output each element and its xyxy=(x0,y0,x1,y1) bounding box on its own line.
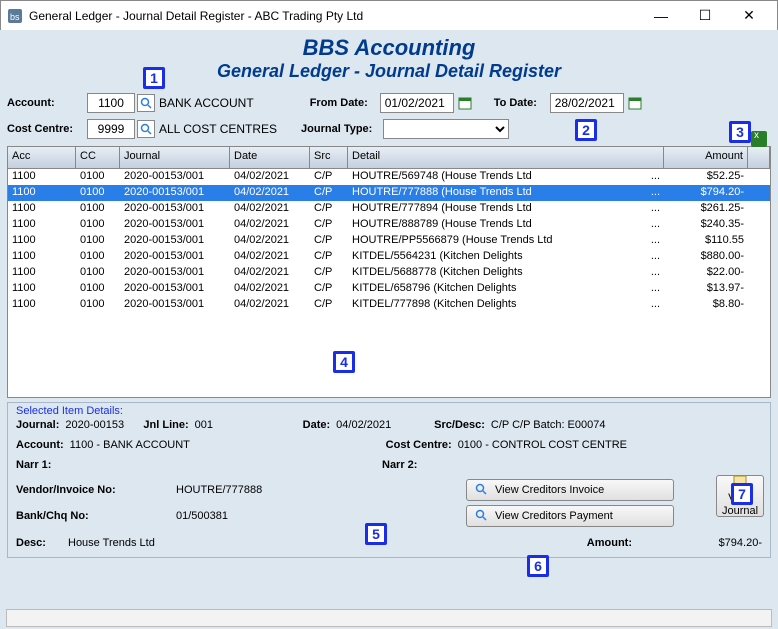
view-creditors-payment-button[interactable]: View Creditors Payment xyxy=(466,505,674,527)
view-creditors-invoice-button[interactable]: View Creditors Invoice xyxy=(466,479,674,501)
cc-d-value: 0100 - CONTROL COST CENTRE xyxy=(458,439,627,451)
callout-6: 6 xyxy=(527,555,549,577)
account-label: Account: xyxy=(7,97,87,109)
jnl-line-value: 001 xyxy=(195,419,241,431)
table-row[interactable]: 110001002020-00153/00104/02/2021C/PHOUTR… xyxy=(8,217,770,233)
col-acc[interactable]: Acc xyxy=(8,147,76,168)
srcdesc-label: Src/Desc: xyxy=(434,419,485,431)
callout-7: 7 xyxy=(731,483,753,505)
page-title: General Ledger - Journal Detail Register xyxy=(3,61,775,82)
narr2-label: Narr 2: xyxy=(382,459,417,471)
grid-body[interactable]: 110001002020-00153/00104/02/2021C/PHOUTR… xyxy=(8,169,770,397)
amount-label: Amount: xyxy=(587,537,632,549)
view-payment-label: View Creditors Payment xyxy=(495,510,613,522)
journal-label: Journal: xyxy=(16,419,59,431)
to-date-calendar-icon[interactable] xyxy=(626,94,644,112)
details-legend: Selected Item Details: xyxy=(16,405,762,417)
grid-header: Acc CC Journal Date Src Detail Amount xyxy=(8,147,770,169)
table-row[interactable]: 110001002020-00153/00104/02/2021C/PKITDE… xyxy=(8,249,770,265)
bankchq-value: 01/500381 xyxy=(176,510,376,522)
col-detail[interactable]: Detail xyxy=(348,147,664,168)
journal-grid: Acc CC Journal Date Src Detail Amount 11… xyxy=(7,146,771,398)
view-invoice-label: View Creditors Invoice xyxy=(495,484,604,496)
minimize-button[interactable]: — xyxy=(639,2,683,30)
col-amount[interactable]: Amount xyxy=(664,147,748,168)
col-date[interactable]: Date xyxy=(230,147,310,168)
srcdesc-value: C/P C/P Batch: E00074 xyxy=(491,419,606,431)
col-journal[interactable]: Journal xyxy=(120,147,230,168)
excel-icon xyxy=(751,131,767,147)
to-date-input[interactable] xyxy=(550,93,624,113)
account-lookup-icon[interactable] xyxy=(137,94,155,112)
col-scrollbar-gutter xyxy=(748,147,770,168)
from-date-label: From Date: xyxy=(310,97,380,109)
window-title: General Ledger - Journal Detail Register… xyxy=(29,9,639,23)
table-row[interactable]: 110001002020-00153/00104/02/2021C/PKITDE… xyxy=(8,265,770,281)
vendor-label: Vendor/Invoice No: xyxy=(16,484,176,496)
col-src[interactable]: Src xyxy=(310,147,348,168)
app-header: BBS Accounting xyxy=(3,35,775,61)
account-d-value: 1100 - BANK ACCOUNT xyxy=(70,439,380,451)
cost-centre-lookup-icon[interactable] xyxy=(137,120,155,138)
journal-type-label: Journal Type: xyxy=(301,123,383,135)
cost-centre-name: ALL COST CENTRES xyxy=(159,122,277,136)
statusbar xyxy=(6,609,772,627)
filters: Account: BANK ACCOUNT From Date: To Date… xyxy=(3,88,775,144)
callout-4: 4 xyxy=(333,351,355,373)
account-name: BANK ACCOUNT xyxy=(159,96,254,110)
app-icon: bs xyxy=(7,8,23,24)
callout-3: 3 xyxy=(729,121,751,143)
cc-d-label: Cost Centre: xyxy=(386,439,452,451)
account-d-label: Account: xyxy=(16,439,64,451)
callout-1: 1 xyxy=(143,67,165,89)
magnifier-icon xyxy=(475,483,487,498)
narr1-label: Narr 1: xyxy=(16,459,376,471)
cost-centre-label: Cost Centre: xyxy=(7,123,87,135)
vendor-value: HOUTRE/777888 xyxy=(176,484,376,496)
from-date-input[interactable] xyxy=(380,93,454,113)
bankchq-label: Bank/Chq No: xyxy=(16,510,176,522)
table-row[interactable]: 110001002020-00153/00104/02/2021C/PKITDE… xyxy=(8,281,770,297)
excel-export-button[interactable] xyxy=(751,131,767,150)
close-button[interactable]: ✕ xyxy=(727,2,771,30)
callout-5: 5 xyxy=(365,523,387,545)
journal-type-select[interactable] xyxy=(383,119,509,139)
table-row[interactable]: 110001002020-00153/00104/02/2021C/PHOUTR… xyxy=(8,169,770,185)
magnifier-icon xyxy=(475,509,487,524)
titlebar: bs General Ledger - Journal Detail Regis… xyxy=(1,1,777,31)
table-row[interactable]: 110001002020-00153/00104/02/2021C/PHOUTR… xyxy=(8,201,770,217)
table-row[interactable]: 110001002020-00153/00104/02/2021C/PHOUTR… xyxy=(8,185,770,201)
desc-label: Desc: xyxy=(16,537,68,549)
desc-value: House Trends Ltd xyxy=(68,537,155,549)
journal-value: 2020-00153 xyxy=(65,419,137,431)
amount-value: $794.20- xyxy=(692,537,762,549)
account-input[interactable] xyxy=(87,93,135,113)
svg-text:bs: bs xyxy=(10,12,20,22)
date-label: Date: xyxy=(303,419,331,431)
table-row[interactable]: 110001002020-00153/00104/02/2021C/PHOUTR… xyxy=(8,233,770,249)
view-journal-line2: Journal xyxy=(722,505,758,517)
from-date-calendar-icon[interactable] xyxy=(456,94,474,112)
table-row[interactable]: 110001002020-00153/00104/02/2021C/PKITDE… xyxy=(8,297,770,313)
jnl-line-label: Jnl Line: xyxy=(143,419,188,431)
to-date-label: To Date: xyxy=(494,97,550,109)
maximize-button[interactable]: ☐ xyxy=(683,2,727,30)
content: BBS Accounting General Ledger - Journal … xyxy=(0,30,778,629)
date-value: 04/02/2021 xyxy=(336,419,416,431)
callout-2: 2 xyxy=(575,119,597,141)
cost-centre-input[interactable] xyxy=(87,119,135,139)
col-cc[interactable]: CC xyxy=(76,147,120,168)
selected-item-details: Selected Item Details: Journal: 2020-001… xyxy=(7,402,771,558)
